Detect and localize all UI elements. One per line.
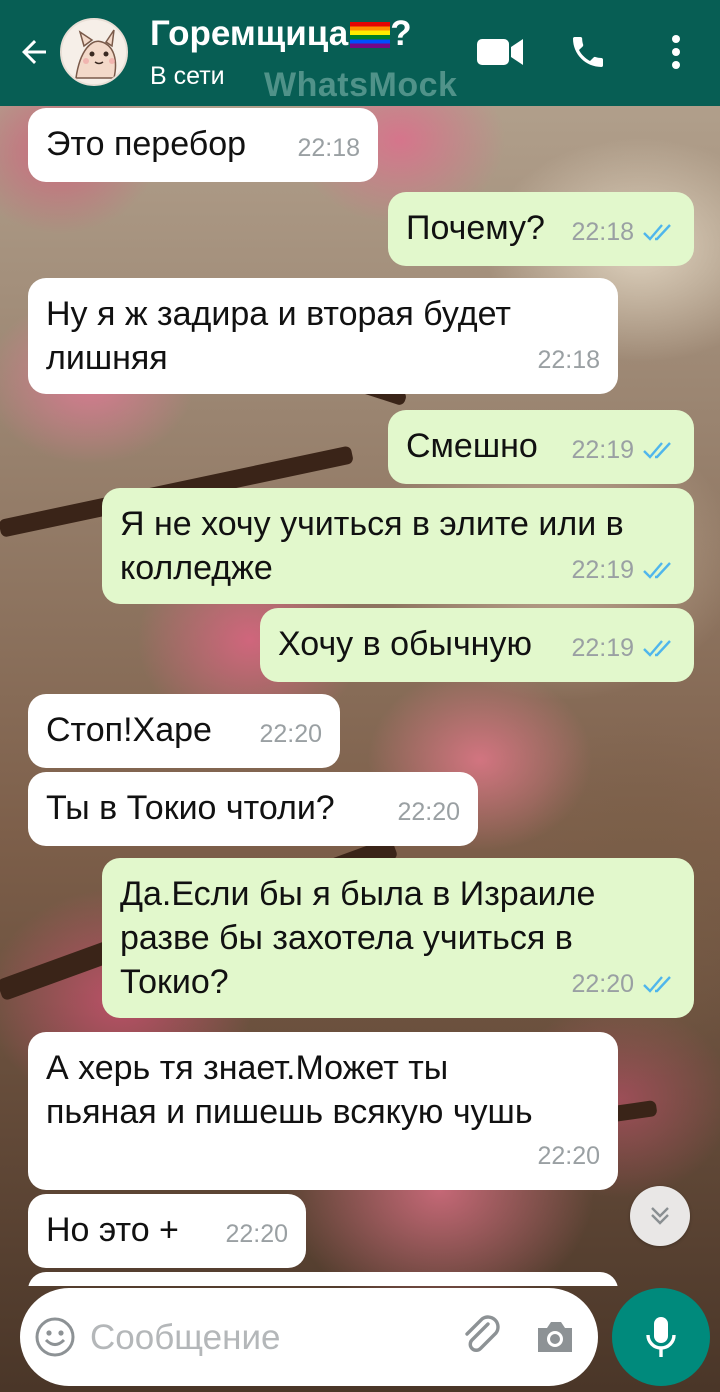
message-time: 22:20 — [259, 720, 322, 748]
message-time: 22:19 — [571, 556, 634, 584]
voice-call-icon[interactable] — [562, 26, 614, 78]
rainbow-flag-icon — [350, 22, 391, 48]
message-time: 22:20 — [397, 798, 460, 826]
read-ticks-icon — [643, 442, 671, 459]
online-status: В сети — [150, 62, 225, 90]
contact-name-text: Горемщица — [150, 14, 349, 53]
read-ticks-icon — [643, 224, 671, 241]
double-chevron-down-icon — [651, 1207, 669, 1225]
message-time: 22:19 — [571, 436, 634, 464]
message-meta: 22:18 — [537, 338, 600, 382]
microphone-icon — [646, 1317, 676, 1357]
message-meta: 22:20 — [225, 1212, 288, 1256]
scroll-to-bottom-button[interactable] — [630, 1186, 690, 1246]
contact-avatar[interactable] — [60, 18, 128, 86]
message-meta: 22:20 — [571, 962, 676, 1006]
message-meta: 22:20 — [397, 790, 460, 834]
message-meta: 22:18 — [571, 210, 676, 254]
video-call-icon[interactable] — [474, 26, 526, 78]
message-outgoing[interactable]: Почему? 22:18 — [388, 192, 694, 266]
message-outgoing[interactable]: Да.Если бы я была в Израиле разве бы зах… — [102, 858, 694, 1018]
message-incoming[interactable]: Ну я ж задира и вторая будет лишняя 22:1… — [28, 278, 618, 394]
message-input[interactable]: Сообщение — [90, 1318, 280, 1358]
message-meta: 22:18 — [297, 126, 360, 170]
message-incoming-partial[interactable] — [28, 1272, 618, 1286]
app-watermark: WhatsMock — [264, 66, 458, 104]
message-time: 22:20 — [225, 1220, 288, 1248]
message-time: 22:20 — [537, 1142, 600, 1170]
message-composer[interactable]: Сообщение — [20, 1288, 598, 1386]
message-incoming[interactable]: Ты в Токио чтоли? 22:20 — [28, 772, 478, 846]
voice-message-button[interactable] — [612, 1288, 710, 1386]
read-ticks-icon — [643, 976, 671, 993]
more-options-icon[interactable] — [650, 26, 702, 78]
message-incoming[interactable]: Но это + 22:20 — [28, 1194, 306, 1268]
contact-name[interactable]: Горемщица? — [150, 14, 412, 54]
message-incoming[interactable]: Стоп!Харе 22:20 — [28, 694, 340, 768]
back-arrow-icon[interactable] — [14, 30, 54, 74]
message-meta: 22:19 — [571, 428, 676, 472]
contact-name-suffix: ? — [390, 14, 412, 53]
read-ticks-icon — [643, 640, 671, 657]
message-time: 22:18 — [571, 218, 634, 246]
message-meta: 22:19 — [571, 626, 676, 670]
chat-header: Горемщица? В сети WhatsMock — [0, 0, 720, 106]
message-outgoing[interactable]: Смешно 22:19 — [388, 410, 694, 484]
message-outgoing[interactable]: Я не хочу учиться в элите или в колледже… — [102, 488, 694, 604]
read-ticks-icon — [643, 562, 671, 579]
message-list[interactable]: Это перебор 22:18 Почему? 22:18 Ну я ж з… — [0, 106, 720, 1286]
message-time: 22:18 — [297, 134, 360, 162]
camera-icon[interactable] — [532, 1314, 578, 1360]
message-time: 22:20 — [571, 970, 634, 998]
emoji-icon[interactable] — [34, 1316, 76, 1358]
message-text: Ну я ж задира и вторая будет лишняя — [46, 295, 511, 377]
message-incoming[interactable]: А херь тя знает.Может ты пьяная и пишешь… — [28, 1032, 618, 1190]
message-meta: 22:20 — [259, 712, 322, 756]
message-outgoing[interactable]: Хочу в обычную 22:19 — [260, 608, 694, 682]
message-text: А херь тя знает.Может ты пьяная и пишешь… — [46, 1049, 533, 1131]
message-meta: 22:19 — [571, 548, 676, 592]
message-incoming[interactable]: Это перебор 22:18 — [28, 108, 378, 182]
message-time: 22:19 — [571, 634, 634, 662]
paperclip-icon[interactable] — [458, 1312, 506, 1360]
message-meta: 22:20 — [537, 1134, 600, 1178]
message-time: 22:18 — [537, 346, 600, 374]
